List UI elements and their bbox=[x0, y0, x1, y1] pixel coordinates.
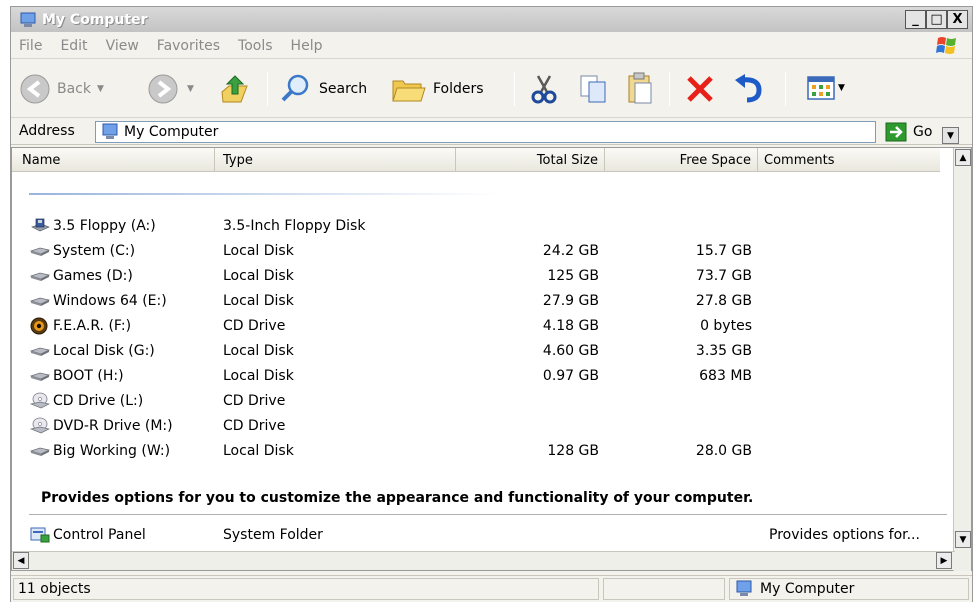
scroll-left-icon[interactable]: ◀ bbox=[13, 552, 29, 569]
list-item[interactable]: Big Working (W:) Local Disk 128 GB 28.0 … bbox=[12, 439, 940, 464]
hard-disk-icon bbox=[29, 442, 51, 460]
list-item[interactable]: Windows 64 (E:) Local Disk 27.9 GB 27.8 … bbox=[12, 289, 940, 314]
forward-button[interactable]: ▼ bbox=[147, 73, 194, 105]
cd-drive-icon bbox=[29, 392, 51, 410]
list-item[interactable]: System (C:) Local Disk 24.2 GB 15.7 GB bbox=[12, 239, 940, 264]
views-dropdown-icon[interactable]: ▼ bbox=[838, 83, 845, 93]
forward-dropdown-icon[interactable]: ▼ bbox=[187, 84, 194, 94]
address-dropdown-icon[interactable]: ▼ bbox=[942, 127, 959, 144]
paste-icon[interactable] bbox=[623, 71, 657, 107]
menu-file[interactable]: File bbox=[19, 38, 42, 54]
menu-favorites[interactable]: Favorites bbox=[157, 38, 220, 54]
list-item-control-panel[interactable]: Control Panel System Folder Provides opt… bbox=[12, 523, 940, 548]
scroll-right-icon[interactable]: ▶ bbox=[936, 552, 952, 569]
minimize-button[interactable]: _ bbox=[905, 10, 926, 29]
back-dropdown-icon[interactable]: ▼ bbox=[97, 84, 104, 94]
address-input[interactable]: My Computer ▼ bbox=[95, 121, 959, 144]
window-title: My Computer bbox=[42, 11, 148, 28]
column-header-type[interactable]: Type bbox=[215, 148, 456, 172]
description-divider bbox=[29, 514, 947, 515]
forward-arrow-icon bbox=[148, 74, 178, 104]
column-header-free-space[interactable]: Free Space bbox=[605, 148, 758, 172]
group-description: Provides options for you to customize th… bbox=[41, 490, 754, 506]
up-folder-icon[interactable] bbox=[219, 72, 251, 106]
floppy-icon bbox=[31, 218, 50, 232]
cut-icon[interactable] bbox=[527, 72, 561, 106]
go-arrow-icon bbox=[885, 122, 907, 142]
list-item[interactable]: Games (D:) Local Disk 125 GB 73.7 GB bbox=[12, 264, 940, 289]
my-computer-status-icon bbox=[736, 580, 752, 596]
scroll-down-icon[interactable]: ▼ bbox=[955, 531, 971, 548]
column-headers: Name Type Total Size Free Space Comments bbox=[12, 148, 940, 172]
folders-button[interactable]: Folders bbox=[391, 73, 484, 105]
my-computer-icon bbox=[20, 12, 36, 27]
hard-disk-icon bbox=[29, 242, 51, 260]
go-button[interactable]: Go bbox=[885, 122, 932, 142]
my-computer-small-icon bbox=[102, 123, 118, 139]
menu-view[interactable]: View bbox=[106, 38, 139, 54]
file-list-view: Name Type Total Size Free Space Comments… bbox=[11, 147, 972, 571]
windows-logo-icon bbox=[936, 37, 956, 54]
delete-icon[interactable] bbox=[683, 72, 717, 106]
status-object-count: 11 objects bbox=[13, 578, 599, 600]
address-bar: Address My Computer ▼ Go bbox=[11, 119, 972, 145]
column-header-total-size[interactable]: Total Size bbox=[456, 148, 605, 172]
search-icon bbox=[281, 74, 309, 102]
explorer-window: My Computer _ □ X File Edit View Favorit… bbox=[10, 6, 973, 602]
menu-bar: File Edit View Favorites Tools Help bbox=[11, 33, 972, 59]
list-item[interactable]: Local Disk (G:) Local Disk 4.60 GB 3.35 … bbox=[12, 339, 940, 364]
search-button[interactable]: Search bbox=[279, 73, 367, 105]
horizontal-scrollbar[interactable]: ◀ ▶ bbox=[12, 551, 955, 570]
vertical-scrollbar[interactable]: ▲ ▼ bbox=[953, 148, 971, 571]
status-panel-empty bbox=[603, 578, 725, 600]
list-item[interactable]: DVD-R Drive (M:) CD Drive bbox=[12, 414, 940, 439]
hard-disk-icon bbox=[29, 267, 51, 285]
status-location: My Computer bbox=[729, 578, 969, 600]
maximize-button[interactable]: □ bbox=[926, 10, 947, 29]
game-disc-icon bbox=[30, 317, 48, 335]
group-divider bbox=[29, 193, 499, 195]
close-button[interactable]: X bbox=[947, 10, 968, 29]
list-item[interactable]: F.E.A.R. (F:) CD Drive 4.18 GB 0 bytes bbox=[12, 314, 940, 339]
hard-disk-icon bbox=[29, 292, 51, 310]
status-bar: 11 objects My Computer bbox=[11, 575, 972, 602]
column-header-comments[interactable]: Comments bbox=[758, 148, 940, 172]
views-button[interactable]: ▼ bbox=[807, 75, 845, 101]
address-label: Address bbox=[19, 123, 75, 139]
list-item[interactable]: BOOT (H:) Local Disk 0.97 GB 683 MB bbox=[12, 364, 940, 389]
menu-help[interactable]: Help bbox=[291, 38, 323, 54]
cd-drive-icon bbox=[29, 417, 51, 435]
menu-tools[interactable]: Tools bbox=[238, 38, 273, 54]
back-button[interactable]: Back ▼ bbox=[19, 73, 104, 105]
hard-disk-icon bbox=[29, 342, 51, 360]
views-icon bbox=[807, 76, 835, 100]
hard-disk-icon bbox=[29, 367, 51, 385]
list-item[interactable]: 3.5 Floppy (A:) 3.5-Inch Floppy Disk bbox=[12, 214, 940, 239]
column-header-name[interactable]: Name bbox=[12, 148, 215, 172]
list-item[interactable]: CD Drive (L:) CD Drive bbox=[12, 389, 940, 414]
title-bar[interactable]: My Computer _ □ X bbox=[11, 7, 972, 32]
copy-icon[interactable] bbox=[577, 72, 611, 106]
control-panel-icon bbox=[30, 527, 50, 543]
folders-icon bbox=[392, 80, 426, 102]
scroll-up-icon[interactable]: ▲ bbox=[955, 149, 971, 166]
menu-edit[interactable]: Edit bbox=[60, 38, 87, 54]
standard-toolbar: Back ▼ ▼ Search Folders ▼ bbox=[11, 60, 972, 118]
undo-icon[interactable] bbox=[731, 72, 767, 106]
back-arrow-icon bbox=[20, 74, 50, 104]
